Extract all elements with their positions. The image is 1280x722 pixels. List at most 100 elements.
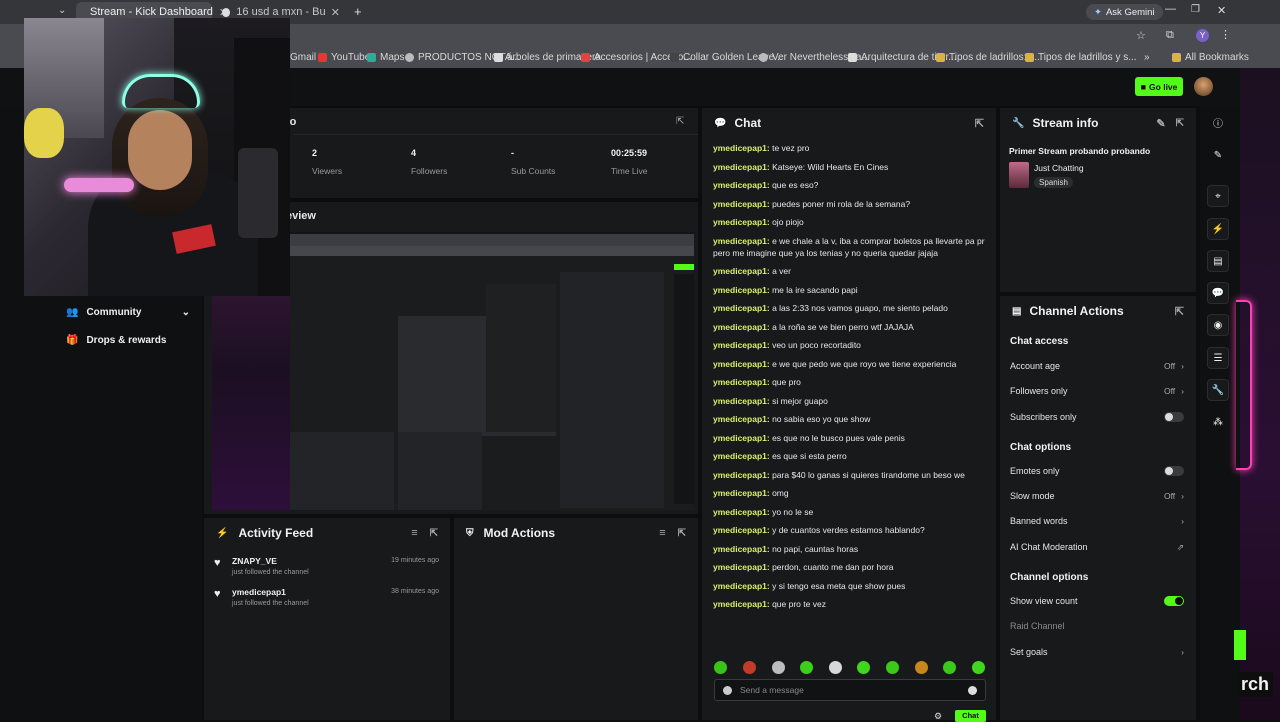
channel-actions-header: ▤ Channel Actions ⇱ (1000, 296, 1196, 326)
heart-icon: ♥ (214, 557, 221, 569)
rail-list-icon[interactable]: ☰ (1207, 347, 1229, 369)
expand-icon[interactable]: ⇱ (676, 116, 684, 127)
emotes-only-toggle[interactable] (1164, 466, 1184, 476)
user-badge-icon (723, 685, 732, 695)
subscribers-only-row[interactable]: Subscribers only (1010, 407, 1184, 427)
chat-message: ymedicepap1: para $40 lo ganas si quiere… (713, 469, 965, 480)
expand-icon[interactable]: ⇱ (1175, 305, 1184, 318)
folder-icon (1172, 53, 1181, 62)
preview-title: eview (286, 210, 316, 222)
followers-only-row[interactable]: Followers only Off › (1010, 381, 1184, 401)
emote-icon[interactable] (829, 661, 842, 674)
chat-message: ymedicepap1: a la roña se ve bien perro … (713, 321, 914, 332)
bookmark-youtube[interactable]: YouTube (318, 52, 370, 63)
rail-bolt-icon[interactable]: ⚡ (1207, 218, 1229, 240)
chat-message: ymedicepap1: y de cuantos verdes estamos… (713, 525, 925, 535)
bookmarks-more-icon[interactable]: » (1144, 52, 1150, 63)
banned-words-row[interactable]: Banned words › (1010, 511, 1184, 531)
bookmark-gmail[interactable]: Gmail (290, 52, 316, 63)
shop-icon (581, 53, 590, 62)
account-age-row[interactable]: Account age Off › (1010, 356, 1184, 376)
profile-avatar[interactable]: Y (1196, 29, 1209, 42)
activity-user[interactable]: ymedicepap1 (232, 587, 286, 597)
chat-message: ymedicepap1: a ver (713, 266, 791, 276)
expand-icon[interactable]: ⇱ (678, 528, 686, 539)
subscribers-only-toggle[interactable] (1164, 412, 1184, 422)
wrench-icon: 🔧 (1012, 117, 1025, 129)
emote-icon[interactable] (857, 661, 870, 674)
bookmark-maps[interactable]: Maps (367, 52, 404, 63)
chevron-right-icon: › (1181, 647, 1184, 657)
chat-send-button[interactable]: Chat (955, 710, 986, 722)
activity-user[interactable]: ZNAPY_VE (232, 556, 277, 566)
tab-list-chevron-icon[interactable]: ⌄ (58, 5, 66, 16)
neon-frame (1236, 300, 1252, 470)
viewers-label: Viewers (312, 166, 343, 176)
ask-gemini-button[interactable]: ✦ Ask Gemini (1086, 4, 1163, 20)
emote-icon[interactable] (714, 661, 727, 674)
rail-users-icon[interactable]: ⁂ (1207, 411, 1229, 433)
rail-tool-1-icon[interactable]: ⌖ (1207, 185, 1229, 207)
pencil-icon[interactable]: ✎ (1207, 144, 1229, 166)
all-bookmarks[interactable]: All Bookmarks (1172, 52, 1249, 63)
chat-message: ymedicepap1: omg (713, 488, 789, 498)
mod-actions-panel: ⛨ Mod Actions ≡ ⇱ (454, 518, 698, 720)
emote-icon[interactable] (886, 661, 899, 674)
chat-settings-icon[interactable]: ⚙ (934, 711, 942, 722)
emote-icon[interactable] (800, 661, 813, 674)
rail-doc-icon[interactable]: ▤ (1207, 250, 1229, 272)
external-link-icon: ⇗ (1176, 541, 1184, 552)
sidebar-item-community[interactable]: 👥 Community ⌄ (66, 304, 190, 320)
emote-icon[interactable] (772, 661, 785, 674)
bookmark-ladrillos-2[interactable]: Tipos de ladrillos y s... (1025, 52, 1137, 63)
new-tab-icon[interactable]: + (354, 4, 362, 19)
edit-icon[interactable]: ✎ (1156, 117, 1165, 130)
set-goals-row[interactable]: Set goals › (1010, 642, 1184, 662)
emote-icon[interactable] (972, 661, 985, 674)
overlay-partial-text: rch (1237, 672, 1274, 697)
ai-chat-moderation-row[interactable]: AI Chat Moderation ⇗ (1010, 537, 1184, 557)
minimize-icon[interactable]: — (1165, 3, 1176, 15)
rail-wrench-icon[interactable]: 🔧 (1207, 379, 1229, 401)
chat-input[interactable]: Send a message (714, 679, 986, 701)
bookmark-star-icon[interactable]: ☆ (1136, 29, 1146, 42)
activity-feed-header: ⚡ Activity Feed ≡ ⇱ (204, 518, 450, 548)
sidebar-item-drops[interactable]: 🎁 Drops & rewards (66, 332, 190, 348)
rail-broadcast-icon[interactable]: ◉ (1207, 314, 1229, 336)
bolt-icon: ⚡ (216, 527, 229, 539)
chat-message: ymedicepap1: que es eso? (713, 180, 819, 190)
extensions-icon[interactable]: ⧉ (1166, 29, 1174, 42)
community-icon: 👥 (66, 306, 79, 318)
slow-mode-row[interactable]: Slow mode Off › (1010, 486, 1184, 506)
info-icon[interactable]: ⓘ (1207, 111, 1229, 133)
go-live-button[interactable]: ■ Go live (1135, 77, 1183, 96)
emotes-only-row[interactable]: Emotes only (1010, 461, 1184, 481)
rail-chat-icon[interactable]: 💬 (1207, 282, 1229, 304)
expand-icon[interactable]: ⇱ (975, 117, 984, 130)
expand-icon[interactable]: ⇱ (1176, 118, 1184, 129)
webcam-overlay (24, 18, 290, 296)
emoji-icon[interactable] (968, 685, 977, 695)
browser-menu-icon[interactable]: ⋮ (1220, 28, 1231, 41)
chat-options-heading: Chat options (1010, 442, 1072, 453)
user-avatar[interactable] (1194, 77, 1213, 96)
filter-icon[interactable]: ≡ (411, 527, 417, 539)
emote-icon[interactable] (743, 661, 756, 674)
close-tab-icon[interactable]: ✕ (331, 6, 340, 19)
show-view-count-toggle[interactable] (1164, 596, 1184, 606)
emote-icon[interactable] (915, 661, 928, 674)
folder-icon (1025, 53, 1034, 62)
chat-message: ymedicepap1: no papi, cauntas horas (713, 543, 859, 554)
maximize-icon[interactable]: ❐ (1191, 4, 1200, 15)
chevron-right-icon: › (1181, 361, 1184, 371)
emote-icon[interactable] (943, 661, 956, 674)
chat-message: ymedicepap1: que pro (713, 377, 801, 387)
show-view-count-row[interactable]: Show view count (1010, 591, 1184, 611)
expand-icon[interactable]: ⇱ (430, 528, 438, 539)
chat-title: Chat (734, 116, 762, 130)
close-window-icon[interactable]: ✕ (1217, 4, 1226, 17)
mod-actions-header: ⛨ Mod Actions ≡ ⇱ (454, 518, 698, 548)
activity-time: 19 minutes ago (391, 557, 439, 564)
chat-input-placeholder: Send a message (740, 685, 804, 695)
filter-icon[interactable]: ≡ (659, 527, 665, 539)
